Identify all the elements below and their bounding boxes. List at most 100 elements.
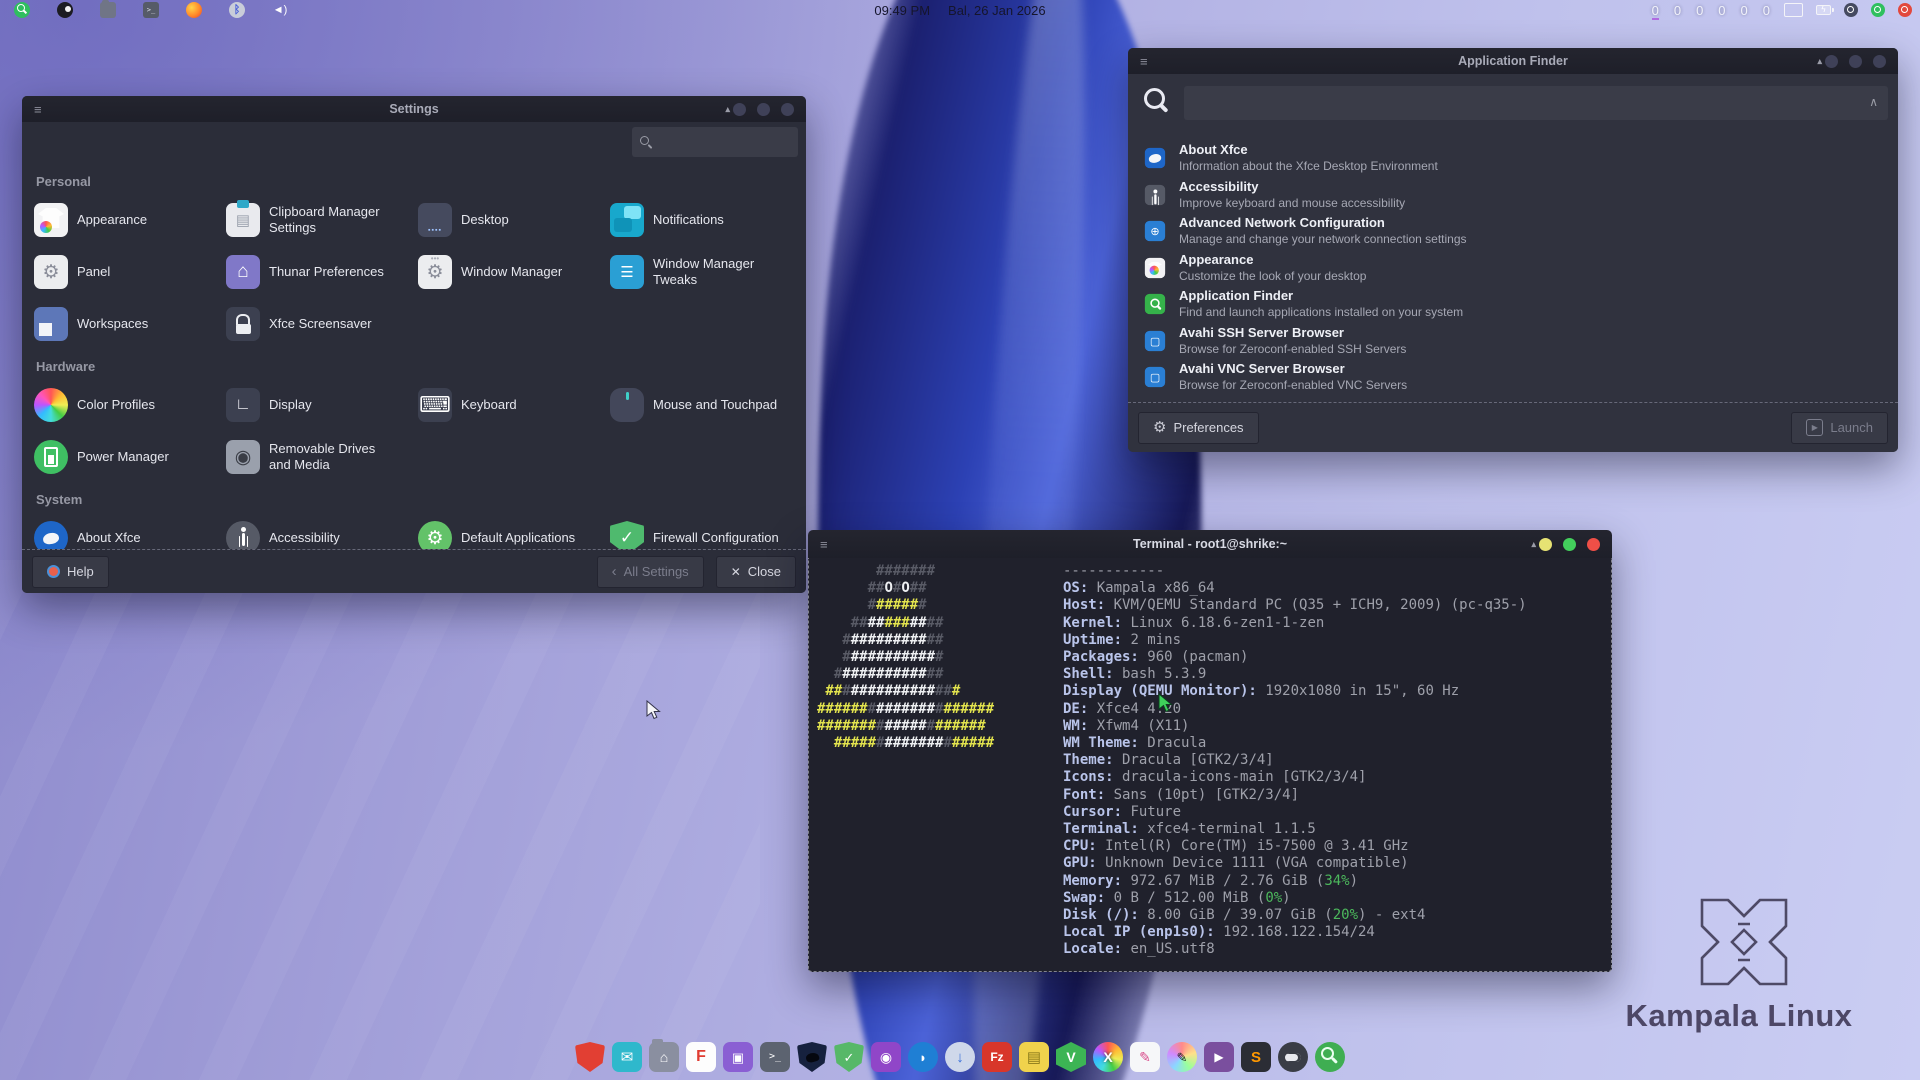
minimize-button[interactable] <box>1825 55 1838 68</box>
settings-search-input[interactable] <box>659 134 790 151</box>
settings-item-label: Appearance <box>77 212 147 228</box>
workspace-3[interactable]: 0 <box>1695 3 1704 18</box>
desktop-icon <box>418 203 452 237</box>
app-finder-titlebar[interactable]: ≡ Application Finder ▴ <box>1128 48 1898 74</box>
antivirus-shield-icon[interactable]: ✓ <box>834 1042 864 1072</box>
settings-item-xfce-screensaver[interactable]: Xfce Screensaver <box>226 303 418 345</box>
display-icon[interactable] <box>1784 3 1803 17</box>
settings-item-workspaces[interactable]: Workspaces <box>34 303 226 345</box>
settings-search[interactable] <box>632 127 798 157</box>
help-button[interactable]: Help <box>32 556 109 588</box>
settings-item-firewall-configuration[interactable]: ✓ Firewall Configuration <box>610 517 802 549</box>
filezilla-icon[interactable]: Fz <box>982 1042 1012 1072</box>
app-row-subtitle: Information about the Xfce Desktop Envir… <box>1179 158 1438 174</box>
all-settings-button[interactable]: ‹ All Settings <box>597 556 704 588</box>
workspace-4[interactable]: 0 <box>1717 3 1726 18</box>
preferences-label: Preferences <box>1173 420 1243 435</box>
settings-item-panel[interactable]: ⚙ Panel <box>34 251 226 293</box>
file-manager-icon[interactable]: ⌂ <box>649 1042 679 1072</box>
panel-status-area: 000000 ϟ <box>1651 0 1912 20</box>
raven-security-icon[interactable] <box>797 1042 827 1072</box>
settings-item-appearance[interactable]: Appearance <box>34 199 226 241</box>
session-button-green[interactable] <box>1871 3 1885 17</box>
terminal-line: Font: Sans (10pt) [GTK2/3/4] <box>1063 787 1527 804</box>
menu-icon[interactable]: ≡ <box>820 537 828 552</box>
settings-item-label: Clipboard Manager Settings <box>269 204 397 237</box>
terminal-body[interactable]: ####### ##O#O## ####### ########### ####… <box>808 558 1612 972</box>
settings-item-thunar-preferences[interactable]: ⌂ Thunar Preferences <box>226 251 418 293</box>
shade-button[interactable]: ▴ <box>725 104 730 115</box>
catfish-search-icon[interactable] <box>1315 1042 1345 1072</box>
mail-client-icon[interactable]: ✉ <box>612 1042 642 1072</box>
text-editor-icon[interactable]: ✎ <box>1130 1042 1160 1072</box>
preferences-button[interactable]: ⚙ Preferences <box>1138 412 1259 444</box>
app-row-application-finder[interactable]: Application Finder Find and launch appli… <box>1128 286 1898 323</box>
app-row-about-xfce[interactable]: About Xfce Information about the Xfce De… <box>1128 140 1898 177</box>
power-button[interactable] <box>1898 3 1912 17</box>
krita-icon[interactable]: ✎ <box>1167 1042 1197 1072</box>
close-button[interactable] <box>781 103 794 116</box>
shade-button[interactable]: ▴ <box>1531 539 1536 550</box>
app-row-avahi-vnc-server-browser[interactable]: ▢ Avahi VNC Server Browser Browse for Ze… <box>1128 359 1898 396</box>
workspace-5[interactable]: 0 <box>1740 3 1749 18</box>
close-button[interactable] <box>1587 538 1600 551</box>
app-row-avahi-ssh-server-browser[interactable]: ▢ Avahi SSH Server Browser Browse for Ze… <box>1128 323 1898 360</box>
f-app-icon[interactable]: F <box>686 1042 716 1072</box>
settings-item-color-profiles[interactable]: Color Profiles <box>34 384 226 426</box>
settings-item-notifications[interactable]: Notifications <box>610 199 802 241</box>
thunderbird-icon[interactable]: ◗ <box>908 1042 938 1072</box>
mpv-player-icon[interactable]: ▶ <box>1204 1042 1234 1072</box>
close-button[interactable] <box>1873 55 1886 68</box>
workspaces-icon <box>34 307 68 341</box>
notes-icon[interactable]: ▤ <box>1019 1042 1049 1072</box>
settings-item-display[interactable]: ∟ Display <box>226 384 418 426</box>
app-row-advanced-network-configuration[interactable]: ⊕ Advanced Network Configuration Manage … <box>1128 213 1898 250</box>
settings-item-power-manager[interactable]: Power Manager <box>34 436 226 478</box>
settings-item-window-manager-tweaks[interactable]: ☰ Window Manager Tweaks <box>610 251 802 293</box>
maximize-button[interactable] <box>757 103 770 116</box>
screenshot-tool-icon[interactable]: ▣ <box>723 1042 753 1072</box>
settings-item-clipboard-manager-settings[interactable]: Clipboard Manager Settings <box>226 199 418 241</box>
downloads-icon[interactable]: ↓ <box>945 1042 975 1072</box>
brave-browser-icon[interactable] <box>575 1042 605 1072</box>
launch-button[interactable]: ▶ Launch <box>1791 412 1888 444</box>
settings-item-window-manager[interactable]: ⚙ Window Manager <box>418 251 610 293</box>
minimize-button[interactable] <box>1539 538 1552 551</box>
terminal-icon[interactable]: >_ <box>760 1042 790 1072</box>
minimize-button[interactable] <box>733 103 746 116</box>
app-finder-search-input[interactable] <box>1184 86 1888 120</box>
workspace-2[interactable]: 0 <box>1673 3 1682 18</box>
section-grid: Color Profiles ∟ Display ⌨ Keyboard Mous… <box>34 384 802 478</box>
maximize-button[interactable] <box>1563 538 1576 551</box>
battery-icon[interactable]: ϟ <box>1816 5 1831 15</box>
workspace-1[interactable]: 0 <box>1651 3 1660 18</box>
settings-item-desktop[interactable]: Desktop <box>418 199 610 241</box>
settings-item-keyboard[interactable]: ⌨ Keyboard <box>418 384 610 426</box>
xorg-icon[interactable]: X <box>1093 1042 1123 1072</box>
session-button-dark[interactable] <box>1844 3 1858 17</box>
menu-icon[interactable]: ≡ <box>34 102 42 117</box>
terminal-titlebar[interactable]: ≡ Terminal - root1@shrike:~ ▴ <box>808 530 1612 558</box>
workspace-6[interactable]: 0 <box>1762 3 1771 18</box>
settings-item-mouse-and-touchpad[interactable]: Mouse and Touchpad <box>610 384 802 426</box>
workspace-switcher[interactable]: 000000 <box>1651 3 1771 18</box>
vim-icon[interactable]: V <box>1056 1042 1086 1072</box>
maximize-button[interactable] <box>1849 55 1862 68</box>
app-row-accessibility[interactable]: Accessibility Improve keyboard and mouse… <box>1128 177 1898 214</box>
close-button[interactable]: ✕ Close <box>716 556 796 588</box>
settings-item-about-xfce[interactable]: About Xfce <box>34 517 226 549</box>
toggle-app-icon[interactable] <box>1278 1042 1308 1072</box>
shade-button[interactable]: ▴ <box>1817 56 1822 67</box>
settings-item-removable-drives-and-media[interactable]: ◉ Removable Drives and Media <box>226 436 418 478</box>
settings-item-default-applications[interactable]: ⚙ Default Applications <box>418 517 610 549</box>
clock[interactable]: 09:49 PM Bal, 26 Jan 2026 <box>0 0 1920 20</box>
chevron-up-icon[interactable]: ∧ <box>1869 95 1878 109</box>
settings-item-accessibility[interactable]: Accessibility <box>226 517 418 549</box>
settings-content: Personal Appearance Clipboard Manager Se… <box>34 166 802 549</box>
launch-label: Launch <box>1830 420 1873 435</box>
settings-titlebar[interactable]: ≡ Settings ▴ <box>22 96 806 122</box>
webcam-app-icon[interactable]: ◉ <box>871 1042 901 1072</box>
sublime-text-icon[interactable]: S <box>1241 1042 1271 1072</box>
app-row-appearance[interactable]: Appearance Customize the look of your de… <box>1128 250 1898 287</box>
menu-icon[interactable]: ≡ <box>1140 54 1148 69</box>
